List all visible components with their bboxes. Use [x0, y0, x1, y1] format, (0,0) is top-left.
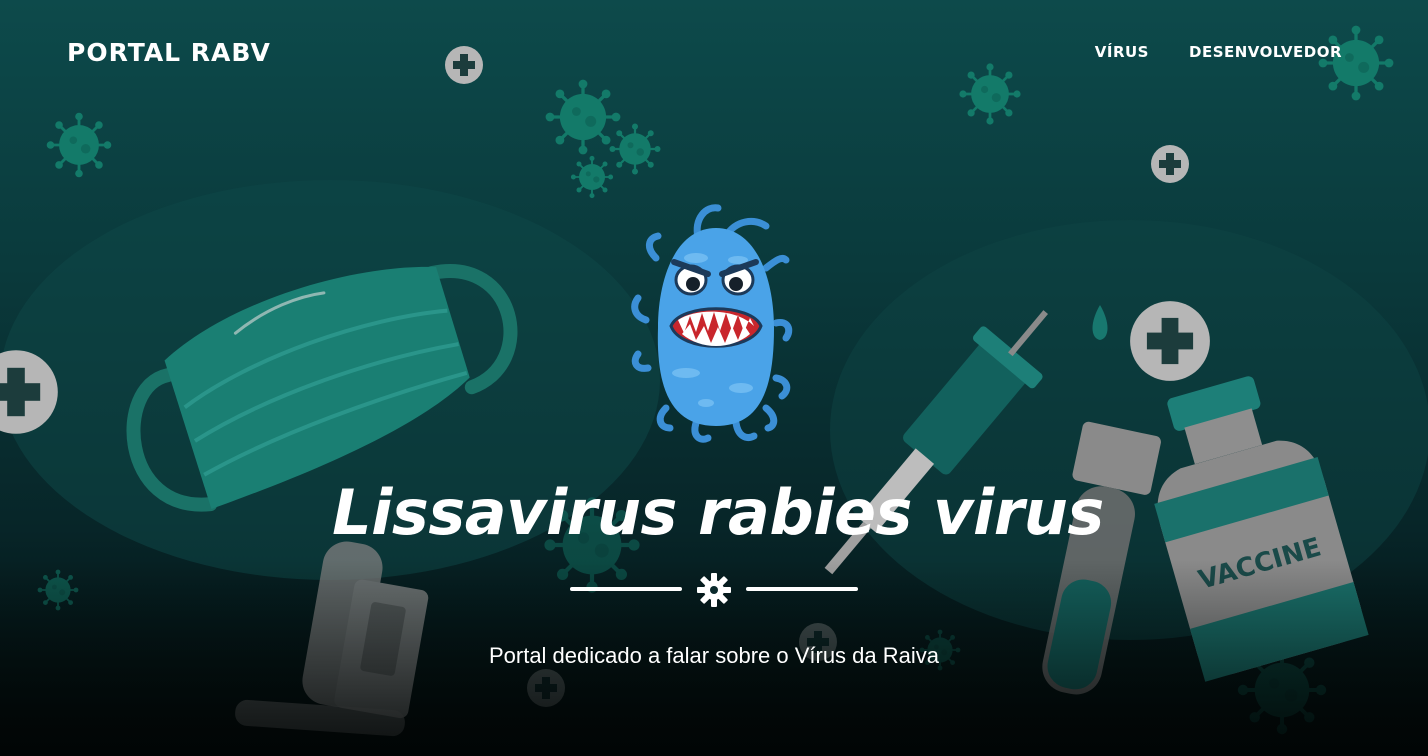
medical-cross-icon: [1151, 145, 1189, 183]
virus-icon: [608, 122, 662, 176]
hero-title: Lissavirus rabies virus: [332, 476, 1104, 549]
title-divider: [568, 570, 860, 610]
navbar: PORTAL RABV VÍRUS DESENVOLVEDOR: [0, 0, 1428, 106]
nav-item-desenvolvedor[interactable]: DESENVOLVEDOR: [1189, 43, 1342, 61]
divider-line-left: [570, 587, 682, 591]
medical-cross-icon: [1130, 301, 1210, 381]
hero-subtitle: Portal dedicado a falar sobre o Vírus da…: [488, 643, 940, 668]
virus-icon: [45, 111, 113, 179]
hero-section: VACCINE PORTAL RABV VÍRUS DESENVOLVEDOR: [0, 0, 1428, 756]
divider-line-right: [746, 587, 858, 591]
gear-icon: [697, 573, 731, 607]
nav-item-virus[interactable]: VÍRUS: [1095, 43, 1149, 61]
nav-links: VÍRUS DESENVOLVEDOR: [1095, 43, 1342, 61]
virus-mascot-icon: [631, 204, 793, 443]
brand-logo[interactable]: PORTAL RABV: [67, 38, 271, 67]
virus-icon: [569, 154, 615, 200]
